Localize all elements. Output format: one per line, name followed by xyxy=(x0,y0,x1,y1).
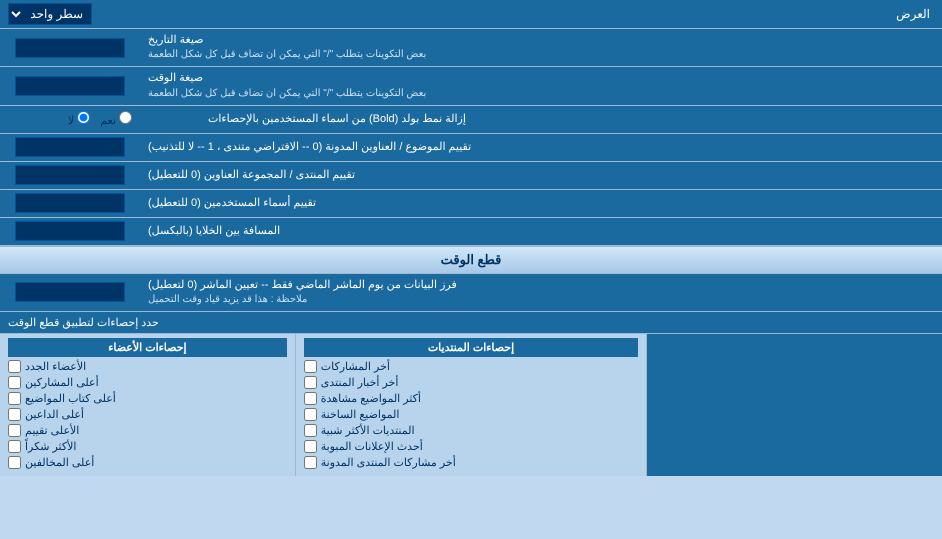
forum-group-order-label: تقييم المنتدى / المجموعة العناوين (0 للت… xyxy=(140,162,942,189)
checkbox-most-viewed[interactable] xyxy=(304,392,317,405)
members-stats-header: إحصاءات الأعضاء xyxy=(8,338,287,357)
date-format-label-sub: بعض التكوينات يتطلب "/" التي يمكن ان تضا… xyxy=(148,48,426,62)
bold-remove-label: إزالة نمط بولد (Bold) من اسماء المستخدمي… xyxy=(200,106,942,133)
label-most-viewed: أكثر المواضيع مشاهدة xyxy=(321,392,421,405)
label-classified-ads: أحدث الإعلانات المبوبة xyxy=(321,440,423,453)
checkbox-forum-news[interactable] xyxy=(304,376,317,389)
posts-distance-row: المسافة بين الخلايا (بالبكسل) 2 xyxy=(0,218,942,246)
checkbox-similar-forums[interactable] xyxy=(304,424,317,437)
label-forum-pinned: أخر مشاركات المنتدى المدونة xyxy=(321,456,456,469)
checkbox-top-rated[interactable] xyxy=(8,424,21,437)
usernames-order-row: تقييم أسماء المستخدمين (0 للتعطيل) 0 xyxy=(0,190,942,218)
checkbox-hot-topics[interactable] xyxy=(304,408,317,421)
checkbox-item-top-posters: أعلى المشاركين xyxy=(8,376,287,389)
topics-order-input-wrap: 33 xyxy=(0,134,140,161)
date-format-row: صيغة التاريخ بعض التكوينات يتطلب "/" الت… xyxy=(0,29,942,67)
stats-apply-row: حدد إحصاءات لتطبيق قطع الوقت xyxy=(0,312,942,333)
checkbox-item-classified-ads: أحدث الإعلانات المبوبة xyxy=(304,440,639,453)
bold-remove-radio-wrap: نعم لا xyxy=(0,106,200,133)
bold-remove-yes-radio[interactable] xyxy=(119,111,132,124)
label-top-rated: الأعلى تقييم xyxy=(25,424,79,437)
date-format-label: صيغة التاريخ بعض التكوينات يتطلب "/" الت… xyxy=(140,29,942,66)
time-format-label-main: صيغة الوقت xyxy=(148,71,203,86)
label-top-posters: أعلى المشاركين xyxy=(25,376,99,389)
time-format-label-sub: بعض التكوينات يتطلب "/" التي يمكن ان تضا… xyxy=(148,87,426,101)
checkbox-classified-ads[interactable] xyxy=(304,440,317,453)
cutoff-section-header: قطع الوقت xyxy=(0,246,942,274)
line-display-control[interactable]: سطر واحد سطران ثلاثة أسطر xyxy=(0,0,100,28)
time-format-row: صيغة الوقت بعض التكوينات يتطلب "/" التي … xyxy=(0,67,942,105)
topics-order-input[interactable]: 33 xyxy=(15,137,125,157)
forum-group-order-input-wrap: 33 xyxy=(0,162,140,189)
usernames-order-label: تقييم أسماء المستخدمين (0 للتعطيل) xyxy=(140,190,942,217)
cutoff-row: فرز البيانات من يوم الماشر الماضي فقط --… xyxy=(0,274,942,312)
checkbox-item-top-rated: الأعلى تقييم xyxy=(8,424,287,437)
bold-remove-radio-group: نعم لا xyxy=(60,109,140,129)
bold-remove-no-radio[interactable] xyxy=(77,111,90,124)
usernames-order-input[interactable]: 0 xyxy=(15,193,125,213)
label-most-thanked: الأكثر شكراً xyxy=(25,440,76,453)
label-new-members: الأعضاء الجدد xyxy=(25,360,86,373)
checkbox-top-writers[interactable] xyxy=(8,392,21,405)
topics-order-label: تقييم الموضوع / العناوين المدونة (0 -- ا… xyxy=(140,134,942,161)
date-format-input-wrap: d-m xyxy=(0,29,140,66)
checkbox-top-inviters[interactable] xyxy=(8,408,21,421)
top-header-row: العرض سطر واحد سطران ثلاثة أسطر xyxy=(0,0,942,29)
topics-order-row: تقييم الموضوع / العناوين المدونة (0 -- ا… xyxy=(0,134,942,162)
checkbox-item-top-writers: أعلى كتاب المواضيع xyxy=(8,392,287,405)
posts-stats-col: إحصاءات المنتديات أخر المشاركات أخر أخبا… xyxy=(295,334,647,476)
members-stats-col: إحصاءات الأعضاء الأعضاء الجدد أعلى المشا… xyxy=(0,334,295,476)
bold-remove-yes-label: نعم xyxy=(100,111,132,127)
cutoff-label-main: فرز البيانات من يوم الماشر الماضي فقط --… xyxy=(148,278,457,293)
cutoff-input-wrap: 0 xyxy=(0,274,140,311)
checkbox-forum-pinned[interactable] xyxy=(304,456,317,469)
checkboxes-area: إحصاءات المنتديات أخر المشاركات أخر أخبا… xyxy=(0,333,942,476)
label-hot-topics: المواضيع الساخنة xyxy=(321,408,400,421)
cutoff-label: فرز البيانات من يوم الماشر الماضي فقط --… xyxy=(140,274,942,311)
label-last-posts: أخر المشاركات xyxy=(321,360,390,373)
checkbox-item-last-posts: أخر المشاركات xyxy=(304,360,639,373)
checkbox-top-violators[interactable] xyxy=(8,456,21,469)
time-format-label: صيغة الوقت بعض التكوينات يتطلب "/" التي … xyxy=(140,67,942,104)
line-display-select[interactable]: سطر واحد سطران ثلاثة أسطر xyxy=(8,3,92,25)
cutoff-label-sub: ملاحظة : هذا قد يزيد قياد وقت التحميل xyxy=(148,293,307,307)
stats-spacer-col xyxy=(646,334,942,476)
checkbox-most-thanked[interactable] xyxy=(8,440,21,453)
label-top-inviters: أعلى الداعين xyxy=(25,408,84,421)
label-top-violators: أعلى المخالفين xyxy=(25,456,94,469)
date-format-input[interactable]: d-m xyxy=(15,38,125,58)
usernames-order-input-wrap: 0 xyxy=(0,190,140,217)
checkbox-item-forum-news: أخر أخبار المنتدى xyxy=(304,376,639,389)
checkbox-item-top-inviters: أعلى الداعين xyxy=(8,408,287,421)
checkbox-item-new-members: الأعضاء الجدد xyxy=(8,360,287,373)
time-format-input-wrap: H:i xyxy=(0,67,140,104)
bold-remove-no-label: لا xyxy=(68,111,90,127)
cutoff-input[interactable]: 0 xyxy=(15,282,125,302)
forum-group-order-input[interactable]: 33 xyxy=(15,165,125,185)
forum-group-order-row: تقييم المنتدى / المجموعة العناوين (0 للت… xyxy=(0,162,942,190)
bold-remove-row: إزالة نمط بولد (Bold) من اسماء المستخدمي… xyxy=(0,106,942,134)
main-container: العرض سطر واحد سطران ثلاثة أسطر صيغة الت… xyxy=(0,0,942,476)
checkbox-new-members[interactable] xyxy=(8,360,21,373)
checkbox-item-similar-forums: المنتديات الأكثر شبية xyxy=(304,424,639,437)
checkbox-last-posts[interactable] xyxy=(304,360,317,373)
stats-apply-label: حدد إحصاءات لتطبيق قطع الوقت xyxy=(8,316,159,329)
posts-stats-header: إحصاءات المنتديات xyxy=(304,338,639,357)
posts-distance-label: المسافة بين الخلايا (بالبكسل) xyxy=(140,218,942,245)
label-forum-news: أخر أخبار المنتدى xyxy=(321,376,399,389)
label-top-writers: أعلى كتاب المواضيع xyxy=(25,392,116,405)
checkbox-item-forum-pinned: أخر مشاركات المنتدى المدونة xyxy=(304,456,639,469)
date-format-label-main: صيغة التاريخ xyxy=(148,33,203,48)
checkbox-item-most-viewed: أكثر المواضيع مشاهدة xyxy=(304,392,639,405)
posts-distance-input[interactable]: 2 xyxy=(15,221,125,241)
checkbox-top-posters[interactable] xyxy=(8,376,21,389)
header-title: العرض xyxy=(100,3,942,25)
time-format-input[interactable]: H:i xyxy=(15,76,125,96)
checkbox-item-hot-topics: المواضيع الساخنة xyxy=(304,408,639,421)
posts-distance-input-wrap: 2 xyxy=(0,218,140,245)
label-similar-forums: المنتديات الأكثر شبية xyxy=(321,424,415,437)
checkbox-item-most-thanked: الأكثر شكراً xyxy=(8,440,287,453)
checkbox-item-top-violators: أعلى المخالفين xyxy=(8,456,287,469)
